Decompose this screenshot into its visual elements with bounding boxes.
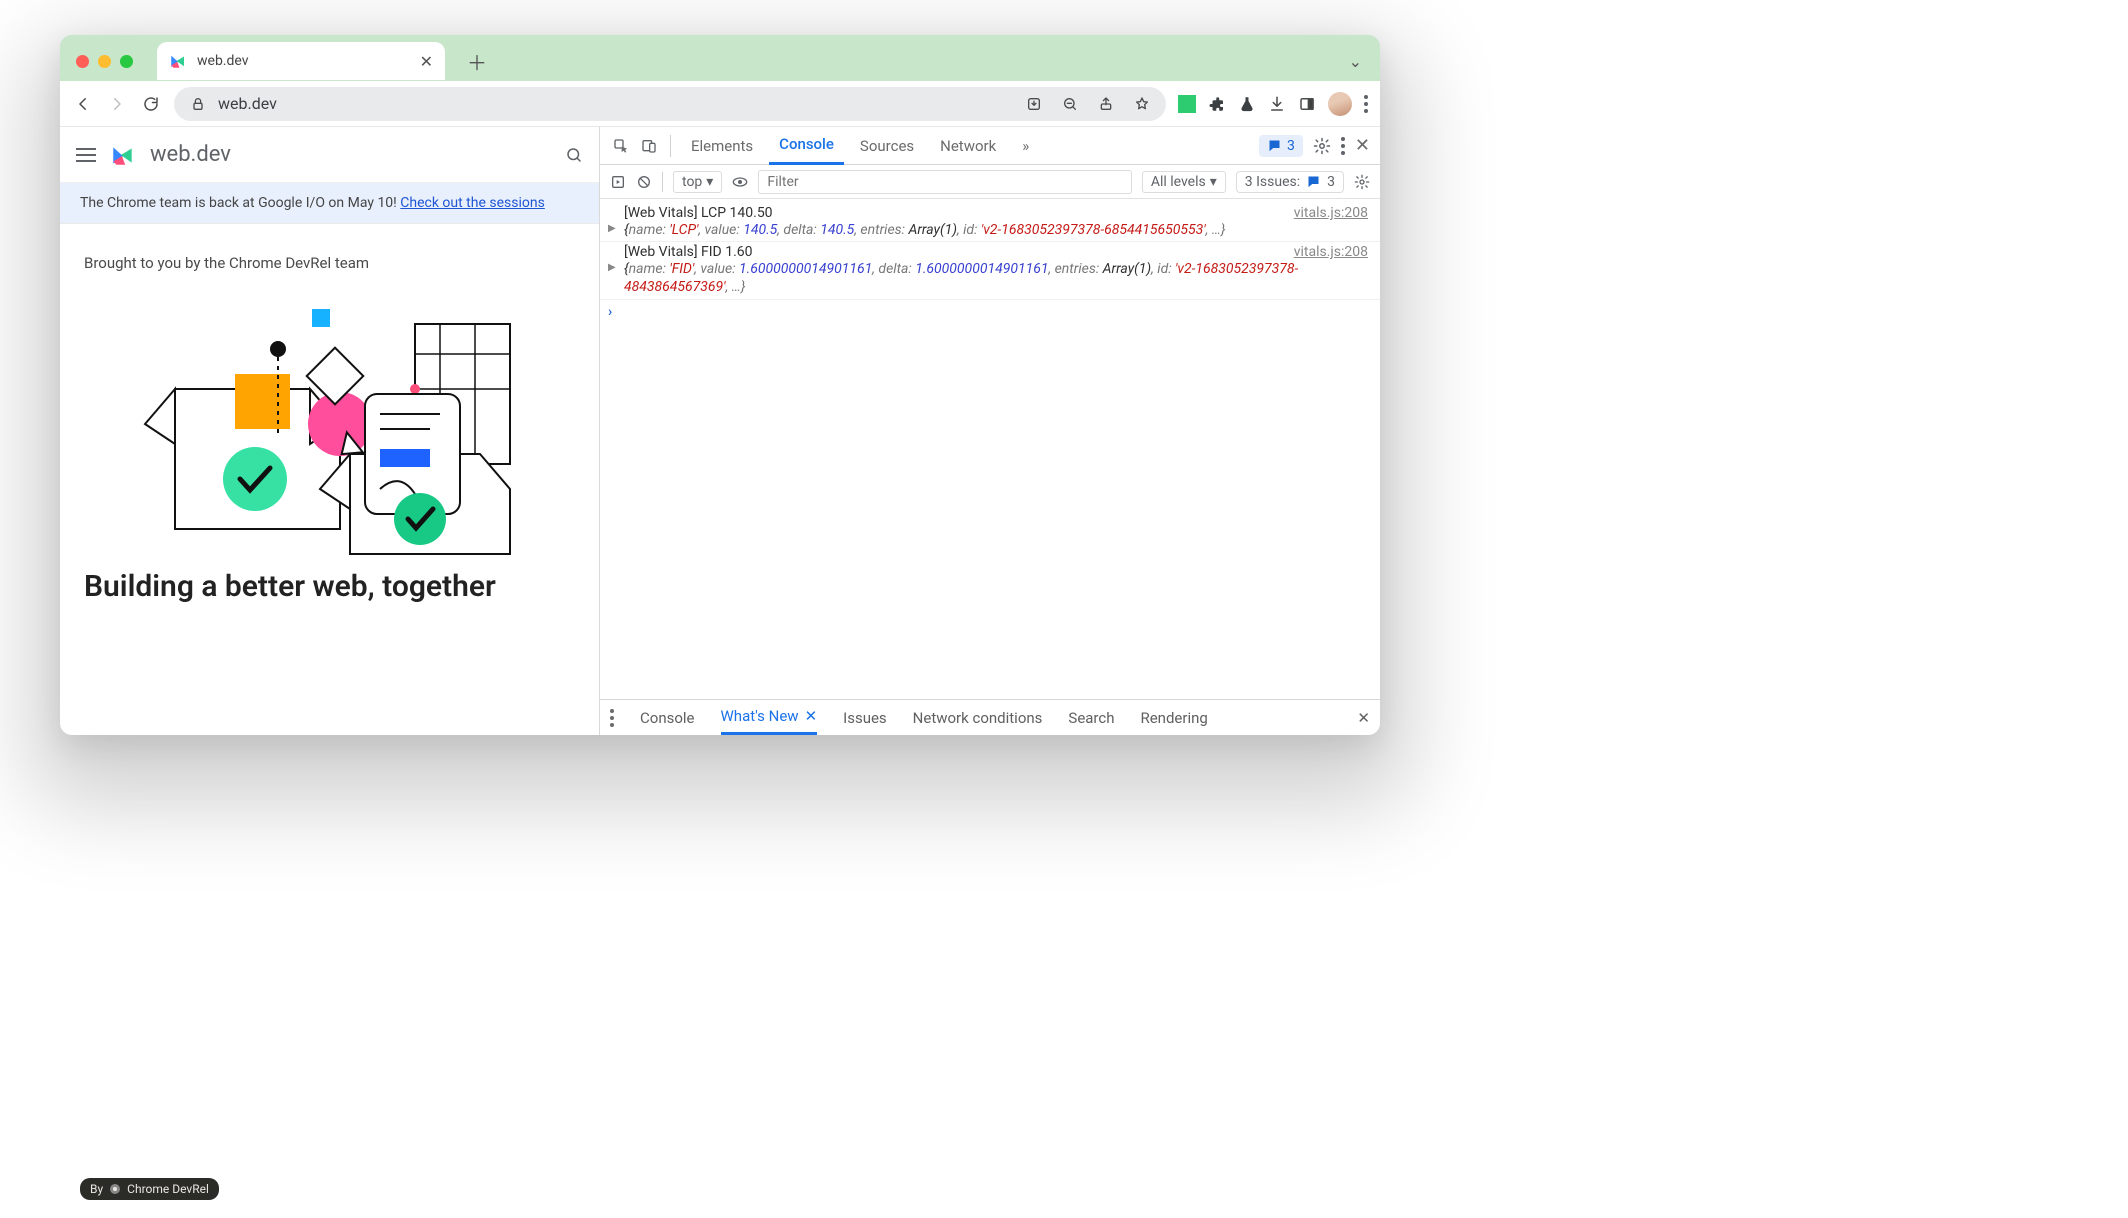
- tab-strip: web.dev ✕ ＋ ⌄: [60, 35, 1380, 81]
- reload-button[interactable]: [140, 93, 162, 115]
- banner-text: The Chrome team is back at Google I/O on…: [80, 195, 400, 211]
- devtools-tabs-overflow[interactable]: »: [1012, 127, 1039, 165]
- zoom-icon[interactable]: [1062, 96, 1078, 112]
- message-count: 3: [1287, 138, 1295, 154]
- hero-subtitle: Brought to you by the Chrome DevRel team: [84, 254, 575, 272]
- devtools-tab-bar: Elements Console Sources Network » 3 ✕: [600, 127, 1380, 165]
- log-source-link[interactable]: vitals.js:208: [1294, 244, 1368, 260]
- expand-caret-icon[interactable]: ▶: [608, 223, 616, 234]
- credit-prefix: By: [90, 1182, 103, 1196]
- live-expression-icon[interactable]: [732, 174, 748, 190]
- hero-title: Building a better web, together: [84, 569, 575, 604]
- devtools-close-icon[interactable]: ✕: [1355, 135, 1370, 156]
- site-name: web.dev: [150, 142, 231, 167]
- devtools-panel: Elements Console Sources Network » 3 ✕: [600, 127, 1380, 735]
- devtools-tab-console[interactable]: Console: [769, 127, 844, 165]
- hero-section: Brought to you by the Chrome DevRel team: [60, 224, 599, 604]
- devtools-menu-icon[interactable]: [1341, 137, 1345, 155]
- console-log-row[interactable]: vitals.js:208 [Web Vitals] FID 1.60 ▶ {n…: [600, 242, 1380, 299]
- message-count-pill[interactable]: 3: [1259, 135, 1303, 157]
- maximize-window-button[interactable]: [120, 55, 133, 68]
- log-header: [Web Vitals] FID 1.60: [624, 244, 753, 260]
- devtools-tab-elements[interactable]: Elements: [681, 127, 763, 165]
- browser-window: web.dev ✕ ＋ ⌄ web.dev: [60, 35, 1380, 735]
- drawer-tab-close-icon[interactable]: ✕: [805, 707, 818, 725]
- log-header: [Web Vitals] LCP 140.50: [624, 205, 773, 221]
- drawer-menu-icon[interactable]: [610, 709, 614, 727]
- context-dropdown[interactable]: top ▾: [673, 171, 722, 193]
- console-log-row[interactable]: vitals.js:208 [Web Vitals] LCP 140.50 ▶ …: [600, 203, 1380, 242]
- browser-tab[interactable]: web.dev ✕: [157, 42, 445, 80]
- log-source-link[interactable]: vitals.js:208: [1294, 205, 1368, 221]
- drawer-tab-issues[interactable]: Issues: [843, 709, 887, 727]
- profile-avatar[interactable]: [1328, 92, 1352, 116]
- tab-favicon: [169, 52, 187, 70]
- back-button[interactable]: [72, 93, 94, 115]
- install-icon[interactable]: [1026, 96, 1042, 112]
- tab-title: web.dev: [197, 53, 410, 69]
- address-text: web.dev: [218, 94, 277, 113]
- drawer-tab-rendering[interactable]: Rendering: [1140, 709, 1207, 727]
- extensions-puzzle-icon[interactable]: [1208, 95, 1226, 113]
- gear-icon[interactable]: [1313, 137, 1331, 155]
- browser-menu-button[interactable]: [1364, 95, 1368, 113]
- clear-console-icon[interactable]: [636, 174, 652, 190]
- console-settings-gear-icon[interactable]: [1354, 174, 1370, 190]
- close-tab-icon[interactable]: ✕: [420, 52, 433, 71]
- hamburger-icon[interactable]: [76, 148, 96, 162]
- labs-flask-icon[interactable]: [1238, 95, 1256, 113]
- console-prompt[interactable]: ›: [600, 300, 1380, 324]
- downloads-icon[interactable]: [1268, 95, 1286, 113]
- lock-icon: [190, 96, 206, 112]
- credit-author: Chrome DevRel: [127, 1182, 209, 1196]
- browser-toolbar: web.dev: [60, 81, 1380, 127]
- chrome-icon: [109, 1183, 121, 1195]
- console-output[interactable]: vitals.js:208 [Web Vitals] LCP 140.50 ▶ …: [600, 199, 1380, 699]
- expand-caret-icon[interactable]: ▶: [608, 262, 616, 273]
- inspect-element-icon[interactable]: [610, 135, 632, 157]
- site-logo-icon: [110, 142, 136, 168]
- drawer-tab-search[interactable]: Search: [1068, 709, 1114, 727]
- banner-link[interactable]: Check out the sessions: [400, 195, 545, 211]
- console-toolbar: top ▾ All levels ▾ 3 Issues: 3: [600, 165, 1380, 199]
- extension-icon[interactable]: [1178, 95, 1196, 113]
- site-header: web.dev: [60, 127, 599, 183]
- credit-badge[interactable]: By Chrome DevRel: [80, 1178, 219, 1200]
- bookmark-star-icon[interactable]: [1134, 96, 1150, 112]
- drawer-tab-console[interactable]: Console: [640, 709, 695, 727]
- share-icon[interactable]: [1098, 96, 1114, 112]
- content-area: web.dev The Chrome team is back at Googl…: [60, 127, 1380, 735]
- drawer-tab-whats-new[interactable]: What's New ✕: [721, 700, 818, 735]
- hero-illustration: [140, 294, 520, 559]
- search-icon[interactable]: [565, 146, 583, 164]
- log-object[interactable]: {name: 'LCP', value: 140.5, delta: 140.5…: [624, 221, 1368, 239]
- devtools-drawer: Console What's New ✕ Issues Network cond…: [600, 699, 1380, 735]
- devtools-tab-sources[interactable]: Sources: [850, 127, 924, 165]
- filter-input[interactable]: [758, 170, 1132, 194]
- drawer-close-icon[interactable]: ✕: [1357, 709, 1370, 727]
- devtools-tab-network[interactable]: Network: [930, 127, 1006, 165]
- page-viewport: web.dev The Chrome team is back at Googl…: [60, 127, 600, 735]
- address-bar[interactable]: web.dev: [174, 87, 1166, 121]
- window-controls: [76, 55, 133, 68]
- device-toolbar-icon[interactable]: [638, 135, 660, 157]
- issues-pill[interactable]: 3 Issues: 3: [1236, 171, 1344, 193]
- drawer-tab-network-conditions[interactable]: Network conditions: [913, 709, 1043, 727]
- new-tab-button[interactable]: ＋: [463, 47, 491, 75]
- minimize-window-button[interactable]: [98, 55, 111, 68]
- execute-icon[interactable]: [610, 174, 626, 190]
- log-levels-dropdown[interactable]: All levels ▾: [1142, 171, 1226, 193]
- close-window-button[interactable]: [76, 55, 89, 68]
- forward-button[interactable]: [106, 93, 128, 115]
- log-object[interactable]: {name: 'FID', value: 1.6000000014901161,…: [624, 260, 1368, 296]
- announcement-banner: The Chrome team is back at Google I/O on…: [60, 183, 599, 224]
- side-panel-icon[interactable]: [1298, 95, 1316, 113]
- tabs-overflow-icon[interactable]: ⌄: [1349, 52, 1362, 71]
